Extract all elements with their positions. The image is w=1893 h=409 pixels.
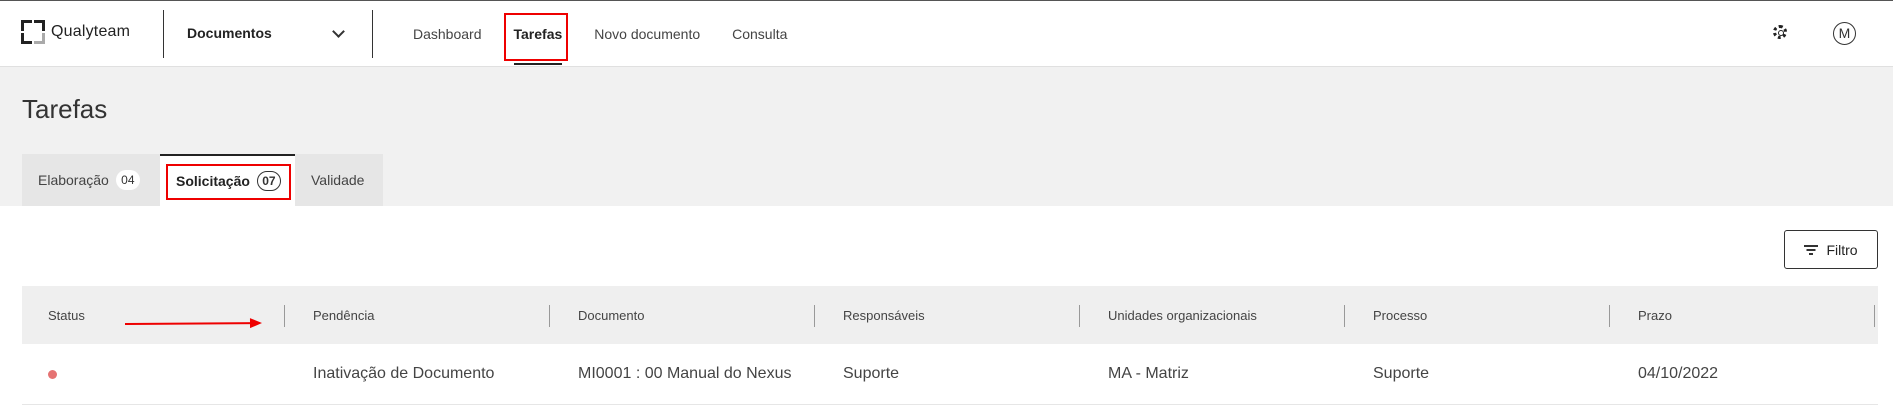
column-header-processo[interactable]: Processo <box>1347 286 1612 344</box>
responsaveis-cell: Suporte <box>843 365 900 382</box>
nav-novo-documento[interactable]: Novo documento <box>594 26 700 42</box>
tab-label: Elaboração <box>38 172 109 188</box>
tab-label: Validade <box>311 172 365 188</box>
filter-button-label: Filtro <box>1826 241 1858 258</box>
filter-button[interactable]: Filtro <box>1784 230 1878 269</box>
app-logo[interactable]: Qualyteam <box>21 20 130 44</box>
nav-dashboard[interactable]: Dashboard <box>413 26 482 42</box>
count-badge: 04 <box>115 170 140 190</box>
user-avatar[interactable]: M <box>1833 22 1856 45</box>
nav-consulta[interactable]: Consulta <box>732 26 787 42</box>
tab-label: Solicitação <box>176 173 250 189</box>
table-header: Status Pendência Documento Responsáveis … <box>22 286 1878 344</box>
column-header-prazo[interactable]: Prazo <box>1612 286 1877 344</box>
column-header-status[interactable]: Status <box>22 286 287 344</box>
tab-solicitacao[interactable]: Solicitação 07 <box>160 154 295 206</box>
pendencia-cell: Inativação de Documento <box>313 365 495 382</box>
tasks-table: Status Pendência Documento Responsáveis … <box>22 286 1878 405</box>
tab-elaboracao[interactable]: Elaboração 04 <box>22 154 160 206</box>
module-selector-label: Documentos <box>187 25 272 41</box>
module-selector[interactable]: Documentos <box>187 23 347 43</box>
task-tabs: Elaboração 04 Solicitação 07 Validade <box>22 154 383 206</box>
chevron-down-icon <box>332 24 345 38</box>
unidades-cell: MA - Matriz <box>1108 365 1189 382</box>
page-title: Tarefas <box>22 94 108 124</box>
main-nav: Dashboard Tarefas Novo documento Consult… <box>413 1 819 66</box>
divider <box>372 10 373 58</box>
count-badge: 07 <box>256 171 281 191</box>
filter-icon <box>1804 244 1819 255</box>
table-row[interactable]: Inativação de Documento MI0001 : 00 Manu… <box>22 344 1878 405</box>
column-header-documento[interactable]: Documento <box>552 286 817 344</box>
nav-tarefas[interactable]: Tarefas <box>513 26 562 65</box>
tab-validade[interactable]: Validade <box>295 154 383 206</box>
status-cell <box>22 344 287 404</box>
column-header-responsaveis[interactable]: Responsáveis <box>817 286 1082 344</box>
documento-cell: MI0001 : 00 Manual do Nexus <box>578 365 792 382</box>
logo-text: Qualyteam <box>51 23 131 40</box>
prazo-cell: 04/10/2022 <box>1638 365 1719 382</box>
top-navigation-bar: Qualyteam Documentos Dashboard Tarefas N… <box>0 1 1893 67</box>
column-header-unidades[interactable]: Unidades organizacionais <box>1082 286 1347 344</box>
divider <box>163 10 164 58</box>
qualyteam-logo-icon <box>21 20 45 44</box>
column-header-pendencia[interactable]: Pendência <box>287 286 552 344</box>
settings-gear-icon[interactable] <box>1773 25 1787 39</box>
processo-cell: Suporte <box>1373 365 1430 382</box>
status-indicator <box>48 369 57 379</box>
